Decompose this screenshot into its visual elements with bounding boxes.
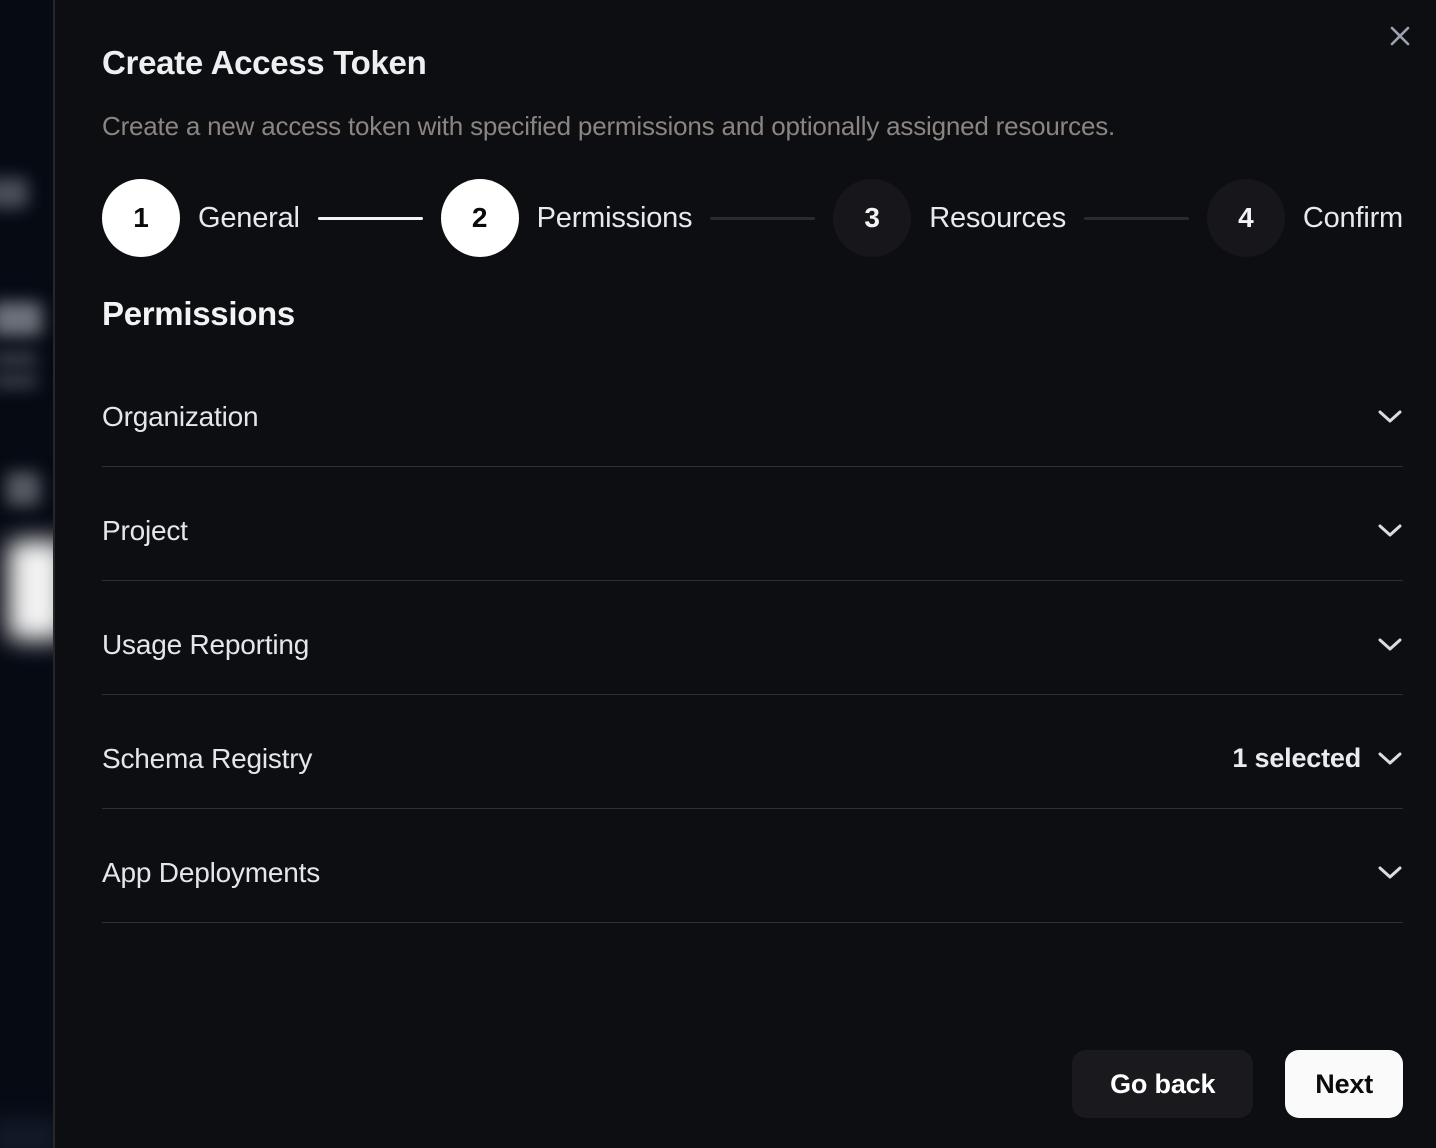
section-label: App Deployments bbox=[102, 857, 320, 889]
section-usage-reporting[interactable]: Usage Reporting bbox=[102, 581, 1403, 695]
page-title-permissions: Permissions bbox=[102, 295, 295, 333]
selection-count-badge: 1 selected bbox=[1232, 743, 1361, 774]
step-connector bbox=[710, 217, 815, 220]
background-app-strip bbox=[0, 0, 53, 1148]
step-confirm[interactable]: 4 Confirm bbox=[1207, 179, 1403, 257]
section-project[interactable]: Project bbox=[102, 467, 1403, 581]
background-blur-shape bbox=[0, 1118, 53, 1148]
section-app-deployments[interactable]: App Deployments bbox=[102, 809, 1403, 923]
background-blur-shape bbox=[6, 472, 40, 506]
chevron-down-icon bbox=[1377, 637, 1403, 653]
step-number: 2 bbox=[472, 202, 488, 234]
create-access-token-modal: Create Access Token Create a new access … bbox=[53, 0, 1436, 1148]
section-right bbox=[1377, 865, 1403, 881]
step-connector bbox=[1084, 217, 1189, 220]
step-number-badge: 3 bbox=[833, 179, 911, 257]
section-right bbox=[1377, 523, 1403, 539]
modal-footer: Go back Next bbox=[1072, 1050, 1403, 1118]
chevron-down-icon bbox=[1377, 523, 1403, 539]
step-connector bbox=[318, 217, 423, 220]
stepper: 1 General 2 Permissions 3 Resources bbox=[102, 179, 1403, 257]
step-label: General bbox=[198, 202, 300, 235]
section-right bbox=[1377, 637, 1403, 653]
step-number: 1 bbox=[133, 202, 149, 234]
next-button[interactable]: Next bbox=[1285, 1050, 1403, 1118]
step-permissions[interactable]: 2 Permissions bbox=[441, 179, 693, 257]
background-blur-shape bbox=[0, 374, 38, 388]
section-label: Usage Reporting bbox=[102, 629, 309, 661]
background-blur-shape bbox=[0, 178, 28, 208]
step-number-badge: 2 bbox=[441, 179, 519, 257]
section-right: 1 selected bbox=[1232, 743, 1403, 774]
step-general[interactable]: 1 General bbox=[102, 179, 300, 257]
section-schema-registry[interactable]: Schema Registry 1 selected bbox=[102, 695, 1403, 809]
step-label: Permissions bbox=[537, 202, 693, 235]
chevron-down-icon bbox=[1377, 865, 1403, 881]
modal-subtitle: Create a new access token with specified… bbox=[102, 111, 1115, 142]
background-blur-shape bbox=[8, 540, 53, 640]
step-number-badge: 1 bbox=[102, 179, 180, 257]
background-blur-shape bbox=[0, 352, 38, 366]
modal-title: Create Access Token bbox=[102, 44, 426, 82]
step-number: 4 bbox=[1238, 202, 1254, 234]
chevron-down-icon bbox=[1377, 409, 1403, 425]
section-label: Schema Registry bbox=[102, 743, 312, 775]
step-number-badge: 4 bbox=[1207, 179, 1285, 257]
permission-sections: Organization Project Usage bbox=[102, 353, 1403, 923]
section-right bbox=[1377, 409, 1403, 425]
go-back-button[interactable]: Go back bbox=[1072, 1050, 1253, 1118]
step-label: Confirm bbox=[1303, 202, 1403, 235]
section-label: Project bbox=[102, 515, 188, 547]
modal-content: Create Access Token Create a new access … bbox=[102, 0, 1403, 1148]
step-resources[interactable]: 3 Resources bbox=[833, 179, 1066, 257]
chevron-down-icon bbox=[1377, 751, 1403, 767]
step-number: 3 bbox=[864, 202, 880, 234]
step-label: Resources bbox=[929, 202, 1066, 235]
background-blur-shape bbox=[0, 302, 42, 336]
section-label: Organization bbox=[102, 401, 258, 433]
section-organization[interactable]: Organization bbox=[102, 353, 1403, 467]
